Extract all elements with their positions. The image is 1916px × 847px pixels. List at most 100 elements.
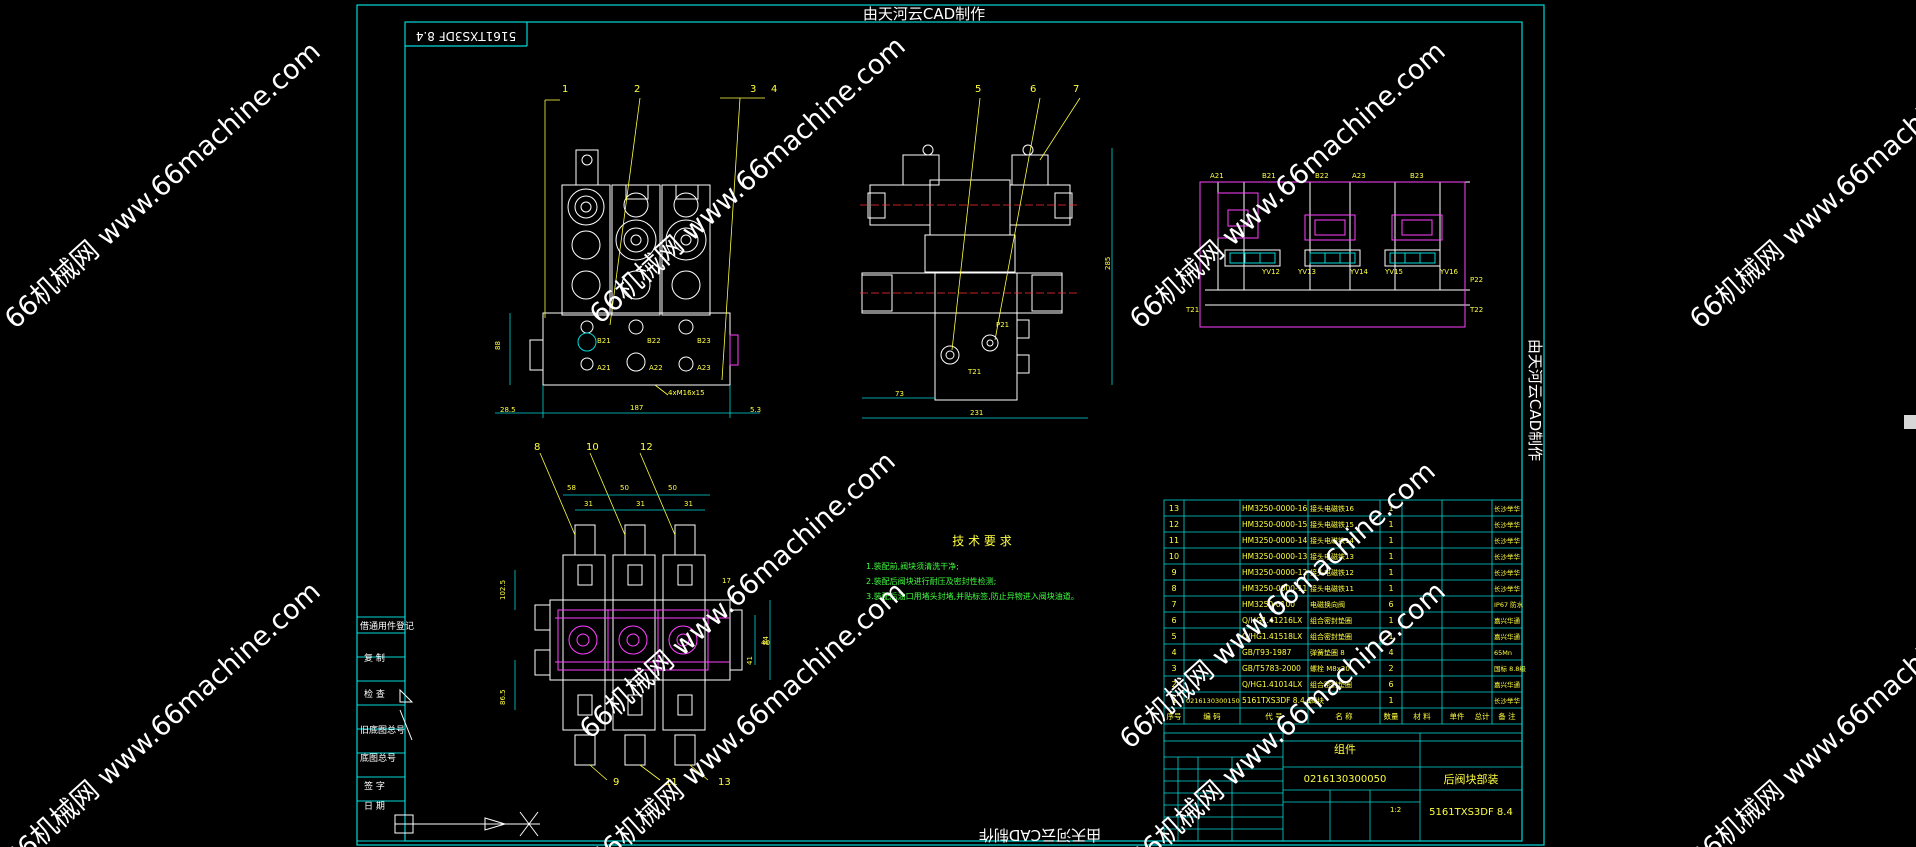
bom-row-no: 3 [1171, 664, 1176, 673]
hyd-port-t22: T22 [1469, 306, 1483, 314]
title-block-drawing-no: 0216130300050 [1304, 774, 1387, 785]
callout-1: 1 [562, 84, 568, 95]
cad-drawing-canvas[interactable]: 由天河云CAD制作 由天河云CAD制作 由天河云CAD制作 5161TXS3DF… [0, 0, 1916, 847]
bom-row-note: 嘉兴华通 [1494, 616, 1521, 625]
bom-header-cell: 编 码 [1203, 711, 1221, 721]
watermark-layer: 66机械网 www.66machine.com 66机械网 www.66mach… [0, 31, 1916, 847]
bom-row-no: 9 [1171, 568, 1176, 577]
dim-50-a: 50 [620, 484, 629, 492]
watermark-6: 66机械网 www.66machine.com [584, 576, 912, 847]
bom-row-note: 长沙举华 [1494, 568, 1521, 577]
bom-header-cell: 材 料 [1413, 711, 1431, 721]
port-label-b22: B22 [647, 337, 661, 345]
front-view-port-labels: B21 B22 B23 A21 A22 A23 4xM16x15 [597, 337, 711, 397]
callout-9: 9 [613, 777, 619, 788]
dim-5-3: 5.3 [750, 406, 761, 414]
bom-row-no: 8 [1171, 584, 1176, 593]
bom-row-note: 长沙举华 [1494, 520, 1521, 529]
dim-102-5: 102.5 [499, 580, 507, 600]
bom-header-cell: 数量 [1384, 711, 1400, 721]
dim-31-a: 31 [584, 500, 593, 508]
strip-label-1: 借通用件登记 [360, 620, 414, 632]
port-label-a21: A21 [597, 364, 611, 372]
title-block-part-code: 5161TXS3DF 8.4 [1429, 807, 1513, 818]
bom-header-cell: 备 注 [1498, 711, 1516, 721]
dim-40: 40 [761, 639, 770, 647]
dim-41: 41 [746, 656, 754, 665]
dim-58: 58 [567, 484, 576, 492]
dim-50-b: 50 [668, 484, 677, 492]
dim-28-5: 28.5 [500, 406, 516, 414]
callout-13: 13 [718, 777, 731, 788]
port-label-t21: T21 [967, 368, 981, 376]
bom-row-qty: 1 [1388, 552, 1393, 561]
side-view-callouts: 5 6 7 [975, 84, 1079, 95]
hyd-port-t21: T21 [1185, 306, 1199, 314]
strip-label-7: 日 期 [364, 801, 385, 812]
strip-label-6: 签 字 [364, 780, 385, 792]
drawing-code-stamp: 5161TXS3DF 8.4 [416, 29, 516, 43]
bom-header-cell: 总计 [1475, 711, 1491, 721]
dim-31-b: 31 [636, 500, 645, 508]
bom-row-qty: 1 [1388, 584, 1393, 593]
title-block-scale: 1:2 [1390, 806, 1401, 814]
hyd-port-a23: A23 [1352, 172, 1366, 180]
side-view-body [861, 144, 1073, 401]
bom-header-cell: 单件 [1450, 711, 1466, 721]
callout-8: 8 [534, 442, 540, 453]
scrollbar-thumb[interactable] [1904, 415, 1916, 429]
side-view-dims [862, 148, 1113, 419]
dim-187: 187 [630, 404, 643, 412]
strip-label-4: 旧底图总号 [360, 724, 405, 736]
bom-row-std: Q/HG1.41014LX [1242, 680, 1302, 689]
hyd-coil-yv16: YV16 [1439, 268, 1459, 276]
port-label-a23: A23 [697, 364, 711, 372]
bom-header-cell: 名 称 [1335, 711, 1353, 721]
sheet-title-bottom: 由天河云CAD制作 [979, 826, 1101, 844]
dim-73: 73 [895, 390, 904, 398]
tech-req-title: 技 术 要 求 [952, 534, 1011, 548]
hyd-coil-yv12: YV12 [1261, 268, 1280, 276]
bom-row-note: 65Mn [1494, 649, 1512, 657]
hyd-coil-yv14: YV14 [1349, 268, 1369, 276]
bolt-label: 4xM16x15 [668, 389, 705, 397]
callout-7: 7 [1073, 84, 1079, 95]
dim-31-c: 31 [684, 500, 693, 508]
bom-row-std: HM3250-0000-14 [1242, 536, 1307, 545]
bom-row-qty: 2 [1388, 664, 1393, 673]
bom-row-name: 组合密封垫圈 [1310, 632, 1352, 641]
dim-86-5: 86.5 [499, 689, 507, 705]
bom-row-std: HM3250-0000-13 [1242, 552, 1307, 561]
front-view-callouts: 1 2 3 4 [562, 84, 777, 95]
hyd-port-b23: B23 [1410, 172, 1424, 180]
bom-row-std: HM3250-0000-16 [1242, 504, 1307, 513]
front-view-dim-labels: 28.5 187 5.3 88 [494, 341, 761, 414]
bom-row-std: GB/T5783-2000 [1242, 664, 1301, 673]
callout-6: 6 [1030, 84, 1036, 95]
bom-row-qty: 1 [1388, 536, 1393, 545]
title-block-part-name: 后阀块部装 [1444, 772, 1499, 786]
front-view[interactable]: B21 B22 B23 A21 A22 A23 4xM16x15 1 2 3 4 [494, 84, 777, 418]
bom-row-no: 10 [1169, 552, 1179, 561]
bom-row-note: 长沙举华 [1494, 504, 1521, 513]
hydraulic-valve-symbols [1229, 252, 1436, 264]
bom-row-qty: 1 [1388, 568, 1393, 577]
tech-req-line-1: 1.装配前,阀块须清洗干净; [866, 561, 959, 571]
side-view[interactable]: 5 6 7 P21 T21 73 231 285 [860, 84, 1113, 419]
watermark-1: 66机械网 www.66machine.com [0, 36, 327, 335]
strip-label-5: 底图总号 [360, 752, 396, 764]
bom-row-name: 组合密封垫圈 [1310, 616, 1352, 625]
port-label-p21: P21 [996, 321, 1009, 329]
dim-88: 88 [494, 341, 502, 350]
top-view-leaders [539, 452, 709, 781]
callout-12: 12 [640, 442, 653, 453]
bom-row-name: 弹簧垫圈 8 [1310, 648, 1345, 657]
dim-285: 285 [1104, 257, 1112, 270]
callout-2: 2 [634, 84, 640, 95]
bom-row-std: HM3250-0000-15 [1242, 520, 1307, 529]
strip-label-2: 复 制 [364, 652, 385, 664]
callout-10: 10 [586, 442, 599, 453]
side-view-leaders [951, 97, 1081, 351]
bom-row-note: 长沙举华 [1494, 696, 1521, 705]
callout-4: 4 [771, 84, 777, 95]
